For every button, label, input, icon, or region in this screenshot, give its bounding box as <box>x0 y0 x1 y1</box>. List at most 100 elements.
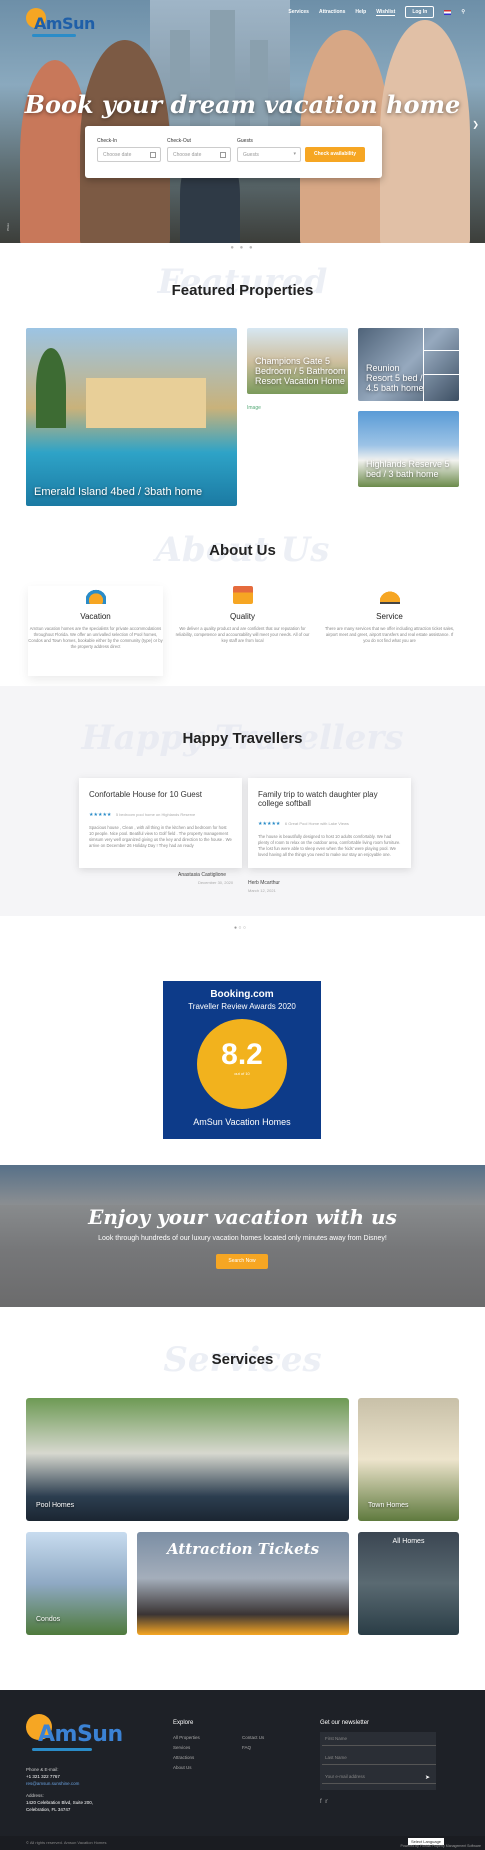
phone-number[interactable]: +1 321 322 7767 <box>26 1774 60 1779</box>
footer: AmSun Phone & E-mail: +1 321 322 7767 re… <box>0 1690 485 1850</box>
property-card-reunion[interactable]: Reunion Resort 5 bed / 4.5 bath home <box>358 328 459 401</box>
login-button[interactable]: Log In <box>405 6 435 18</box>
checkin-placeholder: Choose date <box>103 152 132 158</box>
guests-value: Guests <box>243 152 259 158</box>
address-line-2: Celebration, FL 34747 <box>26 1807 71 1812</box>
property-card-champions[interactable]: Champions Gate 5 Bedroom / 5 Bathroom Re… <box>247 328 348 394</box>
calendar-icon <box>150 152 156 158</box>
checkin-input[interactable]: Choose date <box>97 147 161 162</box>
explore-title: Explore <box>173 1720 194 1726</box>
carousel-dots[interactable]: ● ● ● <box>0 245 485 251</box>
property-title: Emerald Island 4bed / 3bath home <box>34 486 203 498</box>
guests-select[interactable]: Guests ▾ <box>237 147 301 162</box>
booking-award-badge: Booking.com Traveller Review Awards 2020… <box>163 981 321 1139</box>
social-links: f 𝕣 <box>320 1798 328 1805</box>
review-card: Family trip to watch daughter play colle… <box>248 778 411 868</box>
footer-link-contact[interactable]: Contact Us <box>242 1735 264 1740</box>
hero-title: Book your dream vacation home <box>24 90 461 119</box>
search-now-button[interactable]: Search Now <box>216 1254 268 1269</box>
footer-link-about[interactable]: About Us <box>173 1765 192 1770</box>
address-label: Address: <box>26 1793 44 1798</box>
property-title: Champions Gate 5 Bedroom / 5 Bathroom Re… <box>255 356 346 386</box>
about-col-text: We deliver a quality product and are con… <box>175 626 310 643</box>
logo-text: AmSun <box>38 1722 123 1747</box>
email-input[interactable]: Your e-mail address <box>322 1770 436 1784</box>
check-availability-button[interactable]: Check availability <box>305 147 365 162</box>
review-card: Confortable House for 10 Guest ★★★★★ 5 b… <box>79 778 242 868</box>
review-author: Herb Mcarthur <box>248 880 280 886</box>
facebook-icon[interactable]: f <box>320 1799 322 1805</box>
enjoy-title: Enjoy your vacation with us <box>88 1205 397 1229</box>
guests-field: Guests Guests ▾ <box>237 138 301 162</box>
twitter-icon[interactable]: 𝕣 <box>325 1799 328 1805</box>
nav-services[interactable]: Services <box>288 9 309 15</box>
checkout-input[interactable]: Choose date <box>167 147 231 162</box>
checkin-label: Check-In <box>97 138 118 144</box>
score-circle: 8.2 out of 10 <box>197 1019 287 1109</box>
booking-company: AmSun Vacation Homes <box>193 1117 291 1127</box>
service-town-homes[interactable]: Town Homes <box>358 1398 459 1521</box>
review-body: Spacious house , Clean , with all thing … <box>89 825 232 848</box>
last-name-input[interactable]: Last Name <box>322 1751 436 1765</box>
about-col-text: There are many services that we offer in… <box>324 626 455 643</box>
review-date: December 30, 2020 <box>198 880 234 885</box>
service-all-homes[interactable]: All Homes <box>358 1532 459 1635</box>
review-pager[interactable]: ● ○ ○ <box>234 925 246 931</box>
travellers-title: Happy Travellers <box>182 730 303 747</box>
nav-attractions[interactable]: Attractions <box>319 9 345 15</box>
search-icon[interactable]: ⚲ <box>461 9 465 15</box>
about-service: Service There are many services that we … <box>322 586 457 644</box>
property-title: Reunion Resort 5 bed / 4.5 bath home <box>366 363 424 393</box>
nav-help[interactable]: Help <box>355 9 366 15</box>
beach-umbrella-icon <box>85 586 106 604</box>
service-title: Condos <box>36 1616 61 1623</box>
footer-link-all-properties[interactable]: All Properties <box>173 1735 200 1740</box>
nav-wishlist[interactable]: Wishlist <box>376 9 396 16</box>
chevron-right-icon[interactable]: ❯ <box>472 120 479 129</box>
email-link[interactable]: res@amsun.sunshine.com <box>26 1781 79 1786</box>
first-name-input[interactable]: First Name <box>322 1732 436 1746</box>
review-property: 6 Great Pool Home with Lake Views <box>284 821 349 826</box>
property-title: Highlands Reserve 5 bed / 3 bath home <box>366 459 450 479</box>
newsletter-form: First Name Last Name Your e-mail address… <box>320 1732 436 1790</box>
footer-link-services[interactable]: Services <box>173 1745 190 1750</box>
flag-icon[interactable] <box>444 9 452 15</box>
hero-section: AmSun Services Attractions Help Wishlist… <box>0 0 485 243</box>
copyright: © All rights reserved. Amsun Vacation Ho… <box>26 1840 107 1845</box>
about-quality: Quality We deliver a quality product and… <box>175 586 310 644</box>
logo[interactable]: AmSun <box>26 8 95 38</box>
review-title: Confortable House for 10 Guest <box>89 790 202 799</box>
powered-by[interactable]: Powered by Florida Property Management S… <box>400 1844 481 1848</box>
service-condos[interactable]: Condos <box>26 1532 127 1635</box>
property-card-emerald[interactable]: Emerald Island 4bed / 3bath home <box>26 328 237 506</box>
services-title: Services <box>211 1351 274 1368</box>
about-vacation: Vacation AmSun vacation homes are the sp… <box>28 586 163 676</box>
top-nav: Services Attractions Help Wishlist Log I… <box>288 6 465 18</box>
about-col-title: Vacation <box>80 612 111 621</box>
send-icon[interactable]: ➤ <box>425 1774 430 1781</box>
service-title: Attraction Tickets <box>166 1540 320 1558</box>
service-bell-icon <box>379 586 400 604</box>
logo-text: AmSun <box>34 14 95 33</box>
footer-link-attractions[interactable]: Attractions <box>173 1755 194 1760</box>
review-author: Anastasia Castiglione <box>178 872 227 878</box>
booking-award: Traveller Review Awards 2020 <box>188 1002 296 1011</box>
review-stars: ★★★★★ <box>89 812 112 818</box>
booking-brand: Booking.com <box>210 989 274 1000</box>
review-title: Family trip to watch daughter play colle… <box>258 790 378 808</box>
service-attraction-tickets[interactable]: Attraction Tickets <box>137 1532 349 1635</box>
checkout-label: Check-Out <box>167 138 191 144</box>
footer-logo[interactable]: AmSun <box>26 1714 123 1752</box>
footer-link-faq[interactable]: FAQ <box>242 1745 251 1750</box>
featured-title: Featured Properties <box>171 282 314 299</box>
review-stars: ★★★★★ <box>258 821 281 827</box>
person-image <box>380 20 470 243</box>
service-pool-homes[interactable]: Pool Homes <box>26 1398 349 1521</box>
review-date: March 12, 2021 <box>248 888 276 893</box>
search-form: Check-In Choose date Check-Out Choose da… <box>85 126 382 178</box>
photo-credit: Photo <box>5 223 10 231</box>
store-icon <box>232 586 253 604</box>
chevron-down-icon: ▾ <box>293 151 296 157</box>
guests-label: Guests <box>237 138 253 144</box>
property-card-highlands[interactable]: Highlands Reserve 5 bed / 3 bath home <box>358 411 459 487</box>
